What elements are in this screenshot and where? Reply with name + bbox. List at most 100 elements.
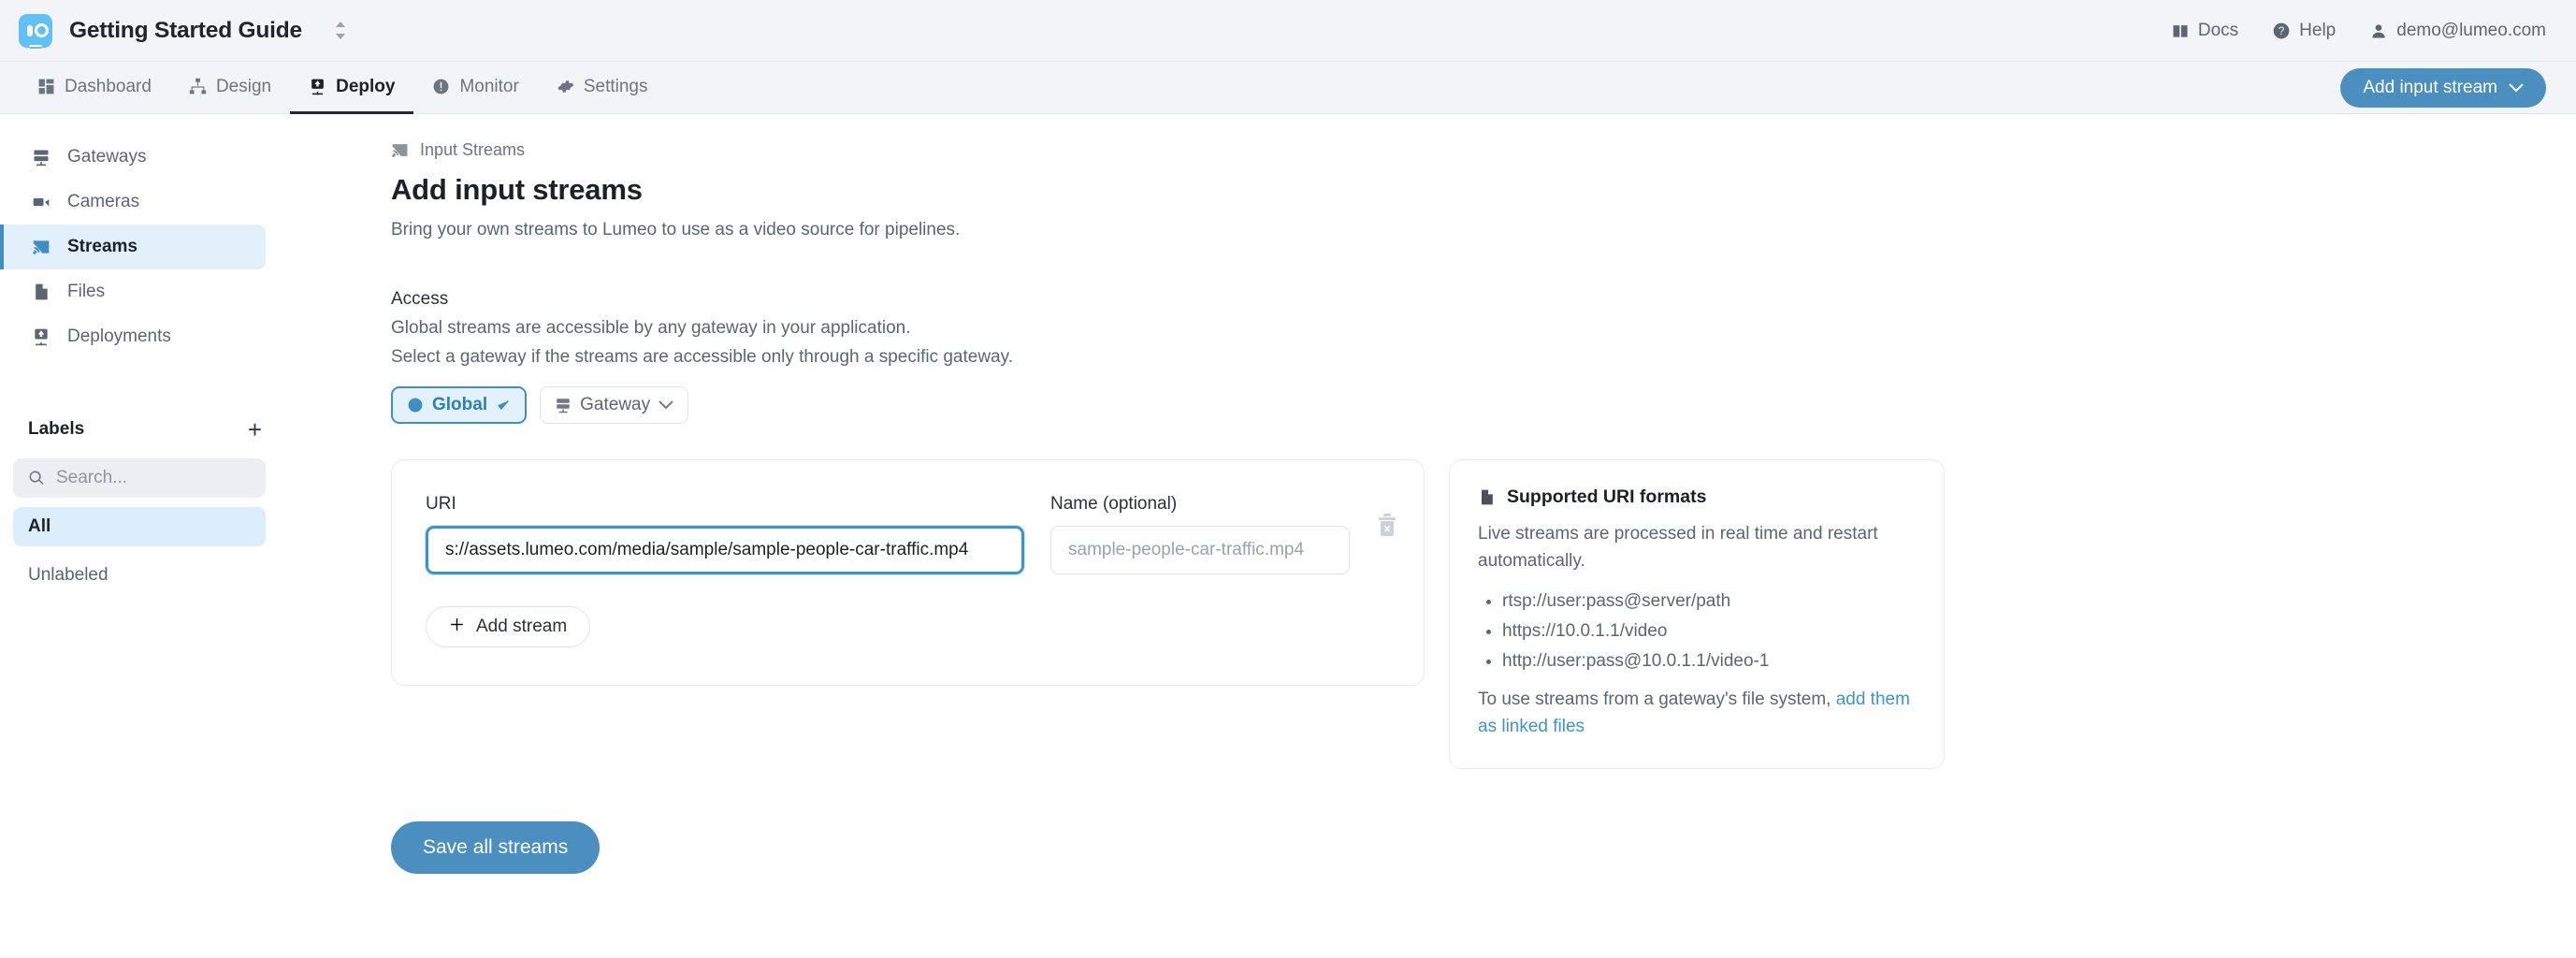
delete-stream-button[interactable] [1376, 509, 1398, 541]
stream-form-card: URI Name (optional) [391, 459, 1425, 686]
plus-icon[interactable]: + [244, 415, 266, 443]
sidebar-item-files[interactable]: Files [0, 269, 266, 314]
deploy-icon [32, 327, 51, 346]
name-label: Name (optional) [1050, 494, 1350, 515]
chevron-up-down-icon[interactable] [334, 22, 347, 39]
access-line-1: Global streams are accessible by any gat… [391, 318, 2576, 339]
uri-label: URI [426, 494, 1024, 515]
nav-tab-dashboard[interactable]: Dashboard [19, 62, 170, 114]
uri-input[interactable] [426, 526, 1024, 574]
book-icon [2171, 22, 2190, 40]
nav-tab-settings[interactable]: Settings [538, 62, 667, 114]
question-circle-icon: ? [2272, 22, 2291, 40]
sitemap-icon [189, 78, 207, 95]
plus-icon [449, 617, 465, 638]
search-input[interactable] [56, 468, 251, 488]
check-icon [496, 398, 511, 413]
labels-header: Labels + [28, 415, 266, 443]
gear-icon [557, 78, 574, 95]
sidebar-item-label: Cameras [67, 192, 139, 212]
nav-tab-label: Design [216, 77, 271, 97]
label-filter-label: All [28, 516, 51, 537]
help-link[interactable]: ? Help [2272, 21, 2336, 41]
save-all-streams-button[interactable]: Save all streams [391, 821, 600, 874]
app-shell: Gateways Cameras Streams Files Deploymen [0, 114, 2576, 958]
nav-tab-monitor[interactable]: Monitor [413, 62, 537, 114]
add-stream-button[interactable]: Add stream [426, 606, 590, 647]
breadcrumb-label: Input Streams [420, 140, 525, 160]
page-title: Add input streams [391, 173, 2576, 207]
server-icon [32, 148, 51, 167]
file-icon [1478, 488, 1496, 506]
trash-icon [1376, 513, 1398, 537]
nav-actions: Add input stream [2340, 62, 2546, 113]
person-icon [2369, 22, 2388, 40]
list-item: https://10.0.1.1/video [1502, 621, 1916, 642]
aside-description: Live streams are processed in real time … [1478, 521, 1916, 574]
nav-tab-design[interactable]: Design [170, 62, 290, 114]
access-chip-gateway[interactable]: Gateway [540, 386, 688, 424]
deploy-icon [309, 78, 326, 95]
docs-label: Docs [2198, 21, 2238, 41]
sidebar-item-deployments[interactable]: Deployments [0, 314, 266, 359]
topbar-actions: Docs ? Help demo@lumeo.com [2171, 21, 2546, 41]
main-content: Input Streams Add input streams Bring yo… [290, 114, 2576, 958]
aside-footer-text: To use streams from a gateway's file sys… [1478, 689, 1836, 709]
cast-stream-icon [32, 238, 51, 256]
sidebar-item-label: Gateways [67, 147, 146, 167]
stream-form-row: URI Name (optional) [391, 459, 2576, 769]
supported-uri-formats-card: Supported URI formats Live streams are p… [1449, 459, 1945, 769]
label-filter-label: Unlabeled [28, 565, 109, 586]
labels-title: Labels [28, 419, 84, 440]
list-item: rtsp://user:pass@server/path [1502, 591, 1916, 612]
nav-tab-label: Deploy [336, 77, 395, 97]
page-subtitle: Bring your own streams to Lumeo to use a… [391, 220, 2576, 240]
server-icon [555, 397, 572, 414]
nav-tab-deploy[interactable]: Deploy [290, 62, 413, 114]
brand-switcher[interactable]: Getting Started Guide [19, 14, 347, 48]
access-chip-label: Global [432, 395, 487, 415]
globe-icon [407, 397, 424, 414]
sidebar-item-cameras[interactable]: Cameras [0, 180, 266, 225]
docs-link[interactable]: Docs [2171, 21, 2238, 41]
account-email: demo@lumeo.com [2396, 21, 2546, 41]
nav-tab-label: Dashboard [65, 77, 152, 97]
sidebar-item-gateways[interactable]: Gateways [0, 135, 266, 180]
grid-icon [37, 78, 55, 95]
add-input-stream-button[interactable]: Add input stream [2340, 68, 2546, 108]
labels-search[interactable] [13, 458, 266, 498]
account-menu[interactable]: demo@lumeo.com [2369, 21, 2546, 41]
file-icon [32, 283, 51, 301]
sidebar-item-label: Files [67, 282, 105, 302]
breadcrumb: Input Streams [391, 140, 2576, 160]
name-field-group: Name (optional) [1050, 494, 1350, 574]
name-input[interactable] [1050, 526, 1350, 574]
add-input-stream-label: Add input stream [2363, 78, 2497, 98]
nav-tab-list: Dashboard Design Deploy Monitor Settings [19, 62, 666, 113]
uri-format-list: rtsp://user:pass@server/path https://10.… [1502, 591, 1916, 672]
sidebar-item-streams[interactable]: Streams [0, 225, 266, 269]
svg-text:?: ? [2279, 25, 2285, 37]
help-label: Help [2299, 21, 2336, 41]
alert-circle-icon [432, 78, 450, 95]
chevron-down-icon [658, 400, 673, 410]
sidebar-item-label: Deployments [67, 327, 171, 347]
cast-stream-icon [391, 141, 409, 159]
workspace-title: Getting Started Guide [69, 18, 302, 44]
stream-row: URI Name (optional) [426, 494, 1384, 574]
search-icon [28, 470, 45, 486]
add-stream-label: Add stream [476, 617, 567, 637]
primary-nav: Dashboard Design Deploy Monitor Settings [0, 62, 2576, 114]
access-line-2: Select a gateway if the streams are acce… [391, 347, 2576, 368]
sidebar-item-label: Streams [67, 237, 137, 257]
label-filter-all[interactable]: All [13, 507, 266, 546]
sidebar: Gateways Cameras Streams Files Deploymen [0, 114, 290, 958]
label-filter-unlabeled[interactable]: Unlabeled [13, 556, 266, 595]
uri-field-group: URI [426, 494, 1024, 574]
access-heading: Access [391, 289, 2576, 310]
access-chip-group: Global Gateway [391, 386, 2576, 424]
access-chip-label: Gateway [580, 395, 650, 415]
aside-title: Supported URI formats [1507, 486, 1706, 508]
access-chip-global[interactable]: Global [391, 386, 527, 424]
top-bar: Getting Started Guide Docs ? Help demo@l… [0, 0, 2576, 62]
